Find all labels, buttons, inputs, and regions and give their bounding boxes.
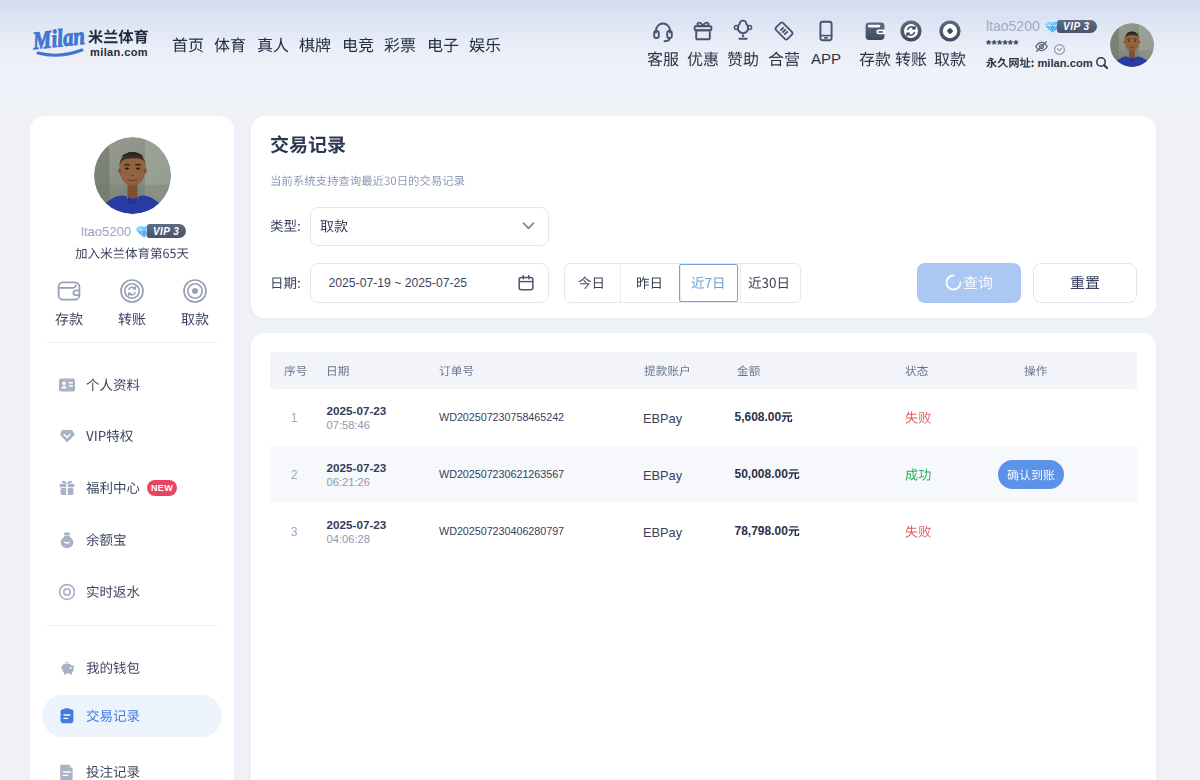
svg-text:Milan: Milan	[33, 22, 86, 54]
